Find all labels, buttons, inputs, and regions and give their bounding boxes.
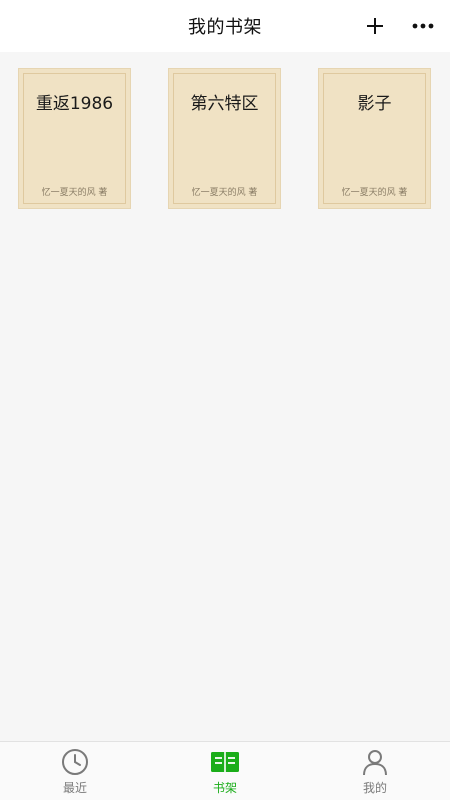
tab-mine[interactable]: 我的 — [300, 742, 450, 800]
user-icon — [363, 750, 387, 776]
plus-icon — [367, 18, 383, 34]
book-card[interactable]: 第六特区 忆一夏天的风 著 — [168, 68, 281, 209]
book-title: 影子 — [357, 94, 392, 114]
tab-label: 最近 — [62, 781, 87, 795]
add-button[interactable] — [362, 13, 388, 39]
header-actions — [362, 0, 436, 52]
more-icon — [412, 23, 434, 29]
book-author: 忆一夏天的风 著 — [41, 188, 108, 198]
book-title: 第六特区 — [190, 94, 259, 114]
page-title: 我的书架 — [188, 17, 262, 38]
book-icon — [211, 752, 239, 772]
app-root: 我的书架 重返1986 忆一夏天的风 著 第六特区 忆一夏天的风 著 影子 忆一… — [0, 0, 450, 800]
more-button[interactable] — [410, 13, 436, 39]
tab-recent[interactable]: 最近 — [0, 742, 150, 800]
book-author: 忆一夏天的风 著 — [191, 188, 258, 198]
book-author: 忆一夏天的风 著 — [341, 188, 408, 198]
bottom-tab-bar: 最近 书架 我的 — [0, 741, 450, 800]
clock-icon — [62, 749, 88, 775]
book-card[interactable]: 重返1986 忆一夏天的风 著 — [18, 68, 131, 209]
tab-label: 书架 — [212, 781, 237, 795]
book-card[interactable]: 影子 忆一夏天的风 著 — [318, 68, 431, 209]
book-title: 重返1986 — [35, 94, 114, 114]
tab-label: 我的 — [362, 781, 387, 795]
tab-bookshelf[interactable]: 书架 — [150, 742, 300, 800]
header: 我的书架 — [0, 0, 450, 52]
